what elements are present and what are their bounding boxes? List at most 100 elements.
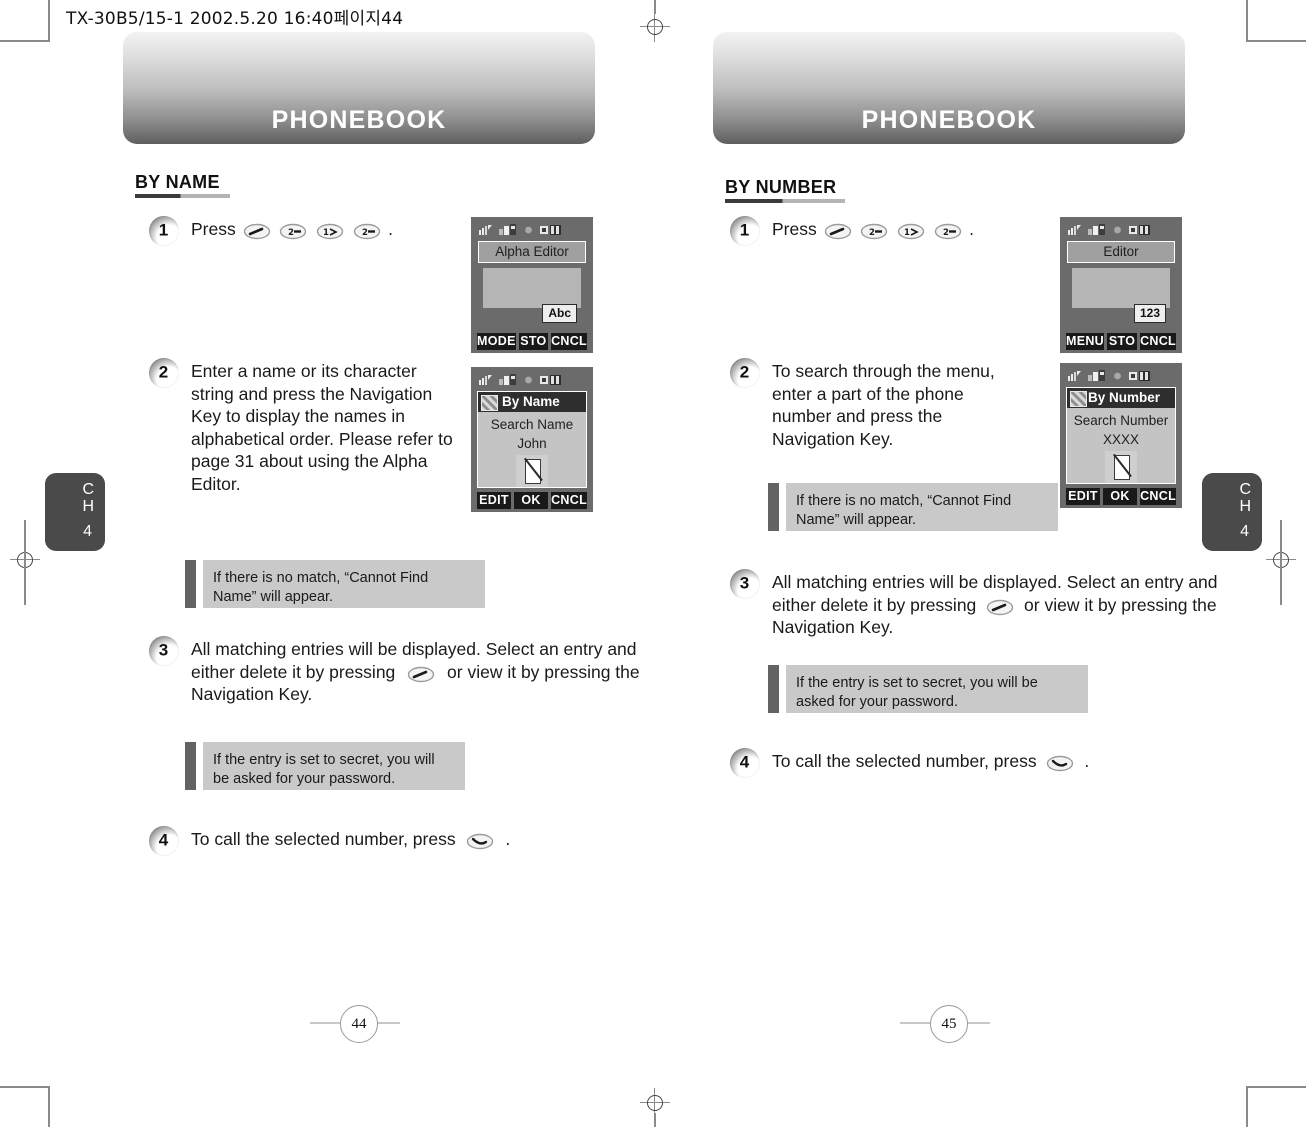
send-key-icon (986, 599, 1014, 616)
crop-line-bottom-left-horizontal (0, 1086, 50, 1088)
section-heading-by-number: BY NUMBER (725, 177, 837, 197)
softkey-left[interactable]: EDIT (1066, 488, 1101, 505)
battery-icon (1129, 371, 1150, 381)
nav-key-icon: 2 (860, 223, 888, 240)
softkey-center[interactable]: STO (518, 333, 549, 350)
step-2-number: 2 (739, 362, 750, 382)
note-text: If there is no match, “Cannot Find Name”… (786, 483, 1058, 531)
softkey-right[interactable]: CNCL (1140, 333, 1176, 350)
step-3-number: 3 (158, 640, 169, 660)
step-4-badge: 4 (730, 748, 760, 778)
page-right: PHONEBOOK BY NUMBER 1 Press 2 1 2 . To s… (640, 0, 1240, 1127)
phone-status-bar (477, 372, 587, 388)
phonebook-icon (1070, 391, 1087, 407)
lcd-content-line-1: Search Name (490, 417, 574, 432)
send-key-icon (824, 223, 852, 240)
softkey-center[interactable]: STO (1107, 333, 1138, 350)
lcd-title-text: By Number (1088, 390, 1161, 405)
step-4-text: To call the selected number, press . (772, 750, 1089, 773)
step-4-text-before: To call the selected number, press (191, 829, 456, 849)
text-entry-icon[interactable] (516, 455, 548, 487)
service-icon (1088, 224, 1105, 235)
text-entry-icon[interactable] (1105, 451, 1137, 483)
note-cannot-find-name: If there is no match, “Cannot Find Name”… (185, 560, 485, 608)
lcd-title: By Number (1067, 388, 1175, 408)
softkey-right[interactable]: CNCL (551, 333, 587, 350)
chapter-tab-left: CH 4 (45, 473, 105, 551)
softkey-bar: MODE STO CNCL (477, 333, 587, 350)
step-1-text-before: Press (772, 219, 817, 239)
alert-icon (1114, 372, 1121, 380)
note-accent-bar (185, 742, 196, 790)
phone-status-bar (1066, 368, 1176, 384)
step-3-badge: 3 (149, 636, 179, 666)
menu-key-icon: 1 (316, 223, 344, 240)
softkey-left[interactable]: EDIT (477, 492, 512, 509)
lcd-title: Editor (1067, 241, 1175, 263)
step-1-badge: 1 (149, 216, 179, 246)
step-3-text: All matching entries will be displayed. … (191, 638, 661, 706)
chapter-number: 4 (83, 523, 92, 540)
softkey-left[interactable]: MENU (1066, 333, 1105, 350)
battery-icon (540, 225, 561, 235)
lcd-input-field[interactable] (1072, 268, 1170, 308)
page-number: 45 (930, 1005, 968, 1043)
page-left: PHONEBOOK BY NAME 1 Press 2 1 2 . 2 Ente… (50, 0, 650, 1127)
svg-text:1: 1 (904, 228, 910, 238)
step-4-number: 4 (158, 830, 169, 850)
svg-text:2: 2 (869, 228, 875, 238)
lcd-input-field[interactable] (483, 268, 581, 308)
nav-key-icon: 2 (279, 223, 307, 240)
step-2-number: 2 (158, 362, 169, 382)
lcd-content-line-1: Search Number (1073, 413, 1169, 428)
page-banner: PHONEBOOK (713, 32, 1185, 144)
send-key-icon (1046, 755, 1074, 772)
chapter-number: 4 (1240, 523, 1249, 540)
lcd-title: By Name (478, 392, 586, 412)
battery-icon (1129, 225, 1150, 235)
signal-icon (1068, 225, 1081, 235)
softkey-right[interactable]: CNCL (551, 492, 588, 509)
page-title: PHONEBOOK (271, 106, 447, 134)
note-cannot-find-name: If there is no match, “Cannot Find Name”… (768, 483, 1058, 531)
step-1-text-after: . (969, 219, 974, 239)
input-mode-badge[interactable]: 123 (1133, 304, 1166, 323)
step-3-badge: 3 (730, 569, 760, 599)
note-text: If there is no match, “Cannot Find Name”… (203, 560, 485, 608)
svg-text:2: 2 (943, 228, 949, 238)
signal-icon (479, 225, 492, 235)
step-2-badge: 2 (730, 358, 760, 388)
service-icon (1088, 370, 1105, 381)
note-accent-bar (185, 560, 196, 608)
chapter-tab-right: CH 4 (1202, 473, 1262, 551)
softkey-right[interactable]: CNCL (1140, 488, 1177, 505)
note-secret-password: If the entry is set to secret, you will … (768, 665, 1088, 713)
section-heading-by-name: BY NAME (135, 172, 220, 192)
service-icon (499, 224, 516, 235)
phonebook-icon (481, 395, 498, 411)
softkey-center[interactable]: OK (1103, 488, 1138, 505)
signal-icon (479, 375, 492, 385)
svg-text:2: 2 (362, 228, 368, 238)
softkey-left[interactable]: MODE (477, 333, 516, 350)
input-mode-badge[interactable]: Abc (542, 304, 577, 323)
note-text: If the entry is set to secret, you will … (203, 742, 465, 790)
nav-key-icon: 2 (353, 223, 381, 240)
lcd-title-text: By Name (502, 394, 560, 409)
softkey-center[interactable]: OK (514, 492, 549, 509)
note-secret-password: If the entry is set to secret, you will … (185, 742, 465, 790)
phone-screen-alpha-editor: Alpha Editor Abc MODE STO CNCL (471, 217, 593, 353)
phone-lcd: By Number Search Number XXXX (1066, 387, 1176, 484)
page-banner: PHONEBOOK (123, 32, 595, 144)
step-1-text-before: Press (191, 219, 236, 239)
send-key-icon (407, 666, 435, 683)
step-2-text: Enter a name or its character string and… (191, 361, 453, 494)
step-4-text: To call the selected number, press . (191, 828, 510, 851)
nav-key-icon: 2 (934, 223, 962, 240)
crop-line-top-right-horizontal (1246, 40, 1306, 42)
pagenum-wing-left (900, 1022, 930, 1024)
service-icon (499, 374, 516, 385)
step-1-text: Press 2 1 2 . (191, 218, 393, 241)
phone-status-bar (477, 222, 587, 238)
crop-line-top-left-horizontal (0, 40, 50, 42)
